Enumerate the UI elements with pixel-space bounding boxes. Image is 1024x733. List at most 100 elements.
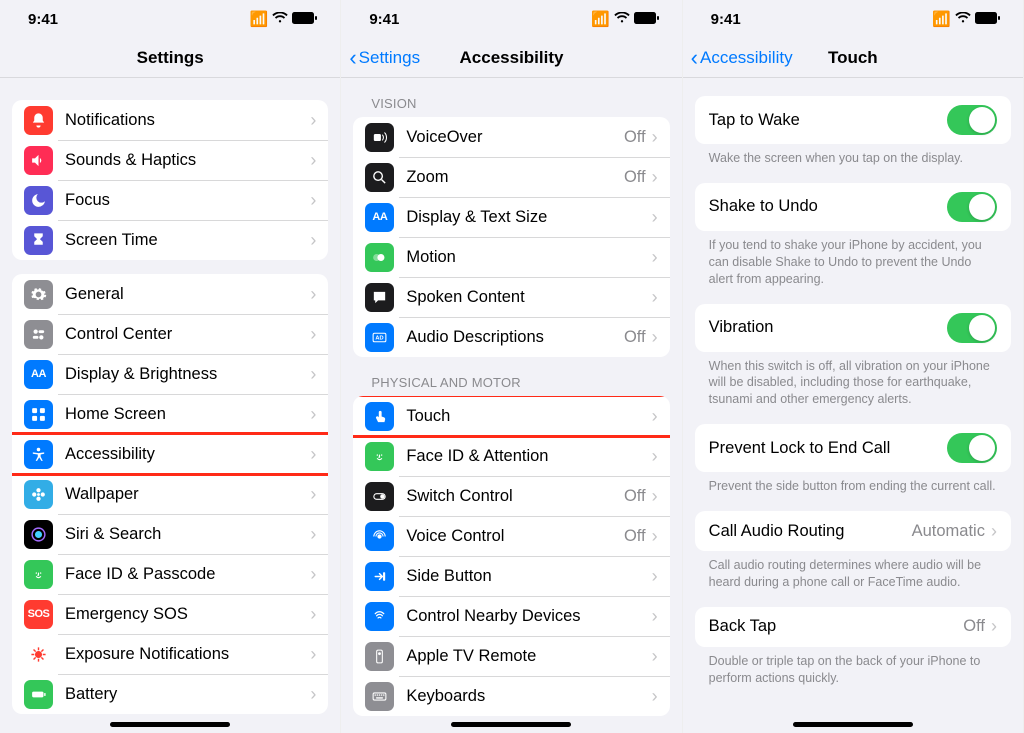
row-control-nearby-devices[interactable]: Control Nearby Devices›: [353, 596, 669, 636]
row-screen-time[interactable]: Screen Time›: [12, 220, 328, 260]
row-control-center[interactable]: Control Center›: [12, 314, 328, 354]
row-value: Off: [963, 617, 985, 636]
toggle-shake-to-undo[interactable]: [947, 192, 997, 222]
footer-text: Wake the screen when you tap on the disp…: [683, 144, 1023, 169]
vision-group: VoiceOverOff›ZoomOff›AADisplay & Text Si…: [353, 117, 669, 357]
row-zoom[interactable]: ZoomOff›: [353, 157, 669, 197]
row-call-audio-routing[interactable]: Call Audio RoutingAutomatic›: [695, 511, 1011, 551]
row-switch-control[interactable]: Switch ControlOff›: [353, 476, 669, 516]
row-audio-descriptions[interactable]: ADAudio DescriptionsOff›: [353, 317, 669, 357]
status-bar: 9:41 📶: [0, 0, 340, 38]
row-exposure-notifications[interactable]: Exposure Notifications›: [12, 634, 328, 674]
row-motion[interactable]: Motion›: [353, 237, 669, 277]
row-keyboards[interactable]: Keyboards›: [353, 676, 669, 716]
touch-icon: [365, 402, 394, 431]
nav-bar: ‹ Settings Accessibility: [341, 38, 681, 78]
chevron-right-icon: ›: [310, 324, 316, 345]
row-label: Apple TV Remote: [406, 647, 651, 666]
row-notifications[interactable]: Notifications›: [12, 100, 328, 140]
row-label: Display & Brightness: [65, 365, 310, 384]
chevron-right-icon: ›: [652, 247, 658, 268]
back-button[interactable]: ‹ Accessibility: [691, 47, 793, 69]
back-label: Accessibility: [700, 48, 793, 68]
row-label: Switch Control: [406, 487, 624, 506]
group-vibration: Vibration: [695, 304, 1011, 352]
page-title: Settings: [137, 48, 204, 68]
battery-icon: [292, 11, 318, 28]
row-home-screen[interactable]: Home Screen›: [12, 394, 328, 434]
chevron-right-icon: ›: [310, 644, 316, 665]
home-indicator[interactable]: [451, 722, 571, 727]
row-label: Face ID & Passcode: [65, 565, 310, 584]
chevron-right-icon: ›: [652, 127, 658, 148]
chevron-right-icon: ›: [652, 686, 658, 707]
toggle-vibration[interactable]: [947, 313, 997, 343]
row-spoken-content[interactable]: Spoken Content›: [353, 277, 669, 317]
row-wallpaper[interactable]: Wallpaper›: [12, 474, 328, 514]
row-side-button[interactable]: Side Button›: [353, 556, 669, 596]
row-back-tap[interactable]: Back TapOff ›: [695, 607, 1011, 647]
settings-group-2: General›Control Center›AADisplay & Brigh…: [12, 274, 328, 714]
row-prevent-lock-to-end-call[interactable]: Prevent Lock to End Call: [695, 424, 1011, 472]
row-battery[interactable]: Battery›: [12, 674, 328, 714]
chevron-right-icon: ›: [310, 110, 316, 131]
row-value: Off: [624, 487, 646, 506]
row-tap-to-wake[interactable]: Tap to Wake: [695, 96, 1011, 144]
row-label: Notifications: [65, 111, 310, 130]
nearby-icon: [365, 602, 394, 631]
faceid-icon: [365, 442, 394, 471]
settings-group-1: Notifications›Sounds & Haptics›Focus›Scr…: [12, 100, 328, 260]
switch-icon: [365, 482, 394, 511]
row-focus[interactable]: Focus›: [12, 180, 328, 220]
chevron-right-icon: ›: [310, 150, 316, 171]
row-shake-to-undo[interactable]: Shake to Undo: [695, 183, 1011, 231]
row-face-id-passcode[interactable]: Face ID & Passcode›: [12, 554, 328, 594]
row-general[interactable]: General›: [12, 274, 328, 314]
row-voiceover[interactable]: VoiceOverOff›: [353, 117, 669, 157]
home-indicator[interactable]: [110, 722, 230, 727]
chevron-right-icon: ›: [652, 566, 658, 587]
row-vibration[interactable]: Vibration: [695, 304, 1011, 352]
signal-icon: 📶: [591, 10, 610, 28]
flower-icon: [24, 480, 53, 509]
row-label: Wallpaper: [65, 485, 310, 504]
row-label: Emergency SOS: [65, 605, 310, 624]
group-tap-to-wake: Tap to Wake: [695, 96, 1011, 144]
row-label: Side Button: [406, 567, 651, 586]
chevron-right-icon: ›: [652, 287, 658, 308]
chevron-right-icon: ›: [652, 606, 658, 627]
status-indicators: 📶: [591, 10, 660, 28]
bubble-icon: [365, 283, 394, 312]
chevron-right-icon: ›: [652, 167, 658, 188]
home-indicator[interactable]: [793, 722, 913, 727]
row-face-id-attention[interactable]: Face ID & Attention›: [353, 436, 669, 476]
row-display-brightness[interactable]: AADisplay & Brightness›: [12, 354, 328, 394]
row-label: Motion: [406, 248, 651, 267]
row-label: Back Tap: [709, 617, 964, 636]
row-voice-control[interactable]: Voice ControlOff›: [353, 516, 669, 556]
ad-icon: AD: [365, 323, 394, 352]
battery-icon: [975, 11, 1001, 28]
row-display-text-size[interactable]: AADisplay & Text Size›: [353, 197, 669, 237]
row-apple-tv-remote[interactable]: Apple TV Remote›: [353, 636, 669, 676]
row-emergency-sos[interactable]: SOSEmergency SOS›: [12, 594, 328, 634]
wifi-icon: [955, 11, 971, 28]
chevron-right-icon: ›: [991, 616, 997, 637]
row-siri-search[interactable]: Siri & Search›: [12, 514, 328, 554]
back-button[interactable]: ‹ Settings: [349, 47, 420, 69]
row-sounds-haptics[interactable]: Sounds & Haptics›: [12, 140, 328, 180]
chevron-right-icon: ›: [310, 444, 316, 465]
chevron-right-icon: ›: [652, 446, 658, 467]
toggle-prevent-lock-to-end-call[interactable]: [947, 433, 997, 463]
row-label: Battery: [65, 685, 310, 704]
section-header-physical: PHYSICAL AND MOTOR: [341, 357, 681, 396]
row-label: Voice Control: [406, 527, 624, 546]
toggle-tap-to-wake[interactable]: [947, 105, 997, 135]
row-touch[interactable]: Touch›: [353, 396, 669, 436]
row-accessibility[interactable]: Accessibility›: [12, 434, 328, 474]
status-time: 9:41: [369, 11, 399, 28]
chevron-left-icon: ‹: [349, 47, 356, 69]
wifi-icon: [272, 11, 288, 28]
hourglass-icon: [24, 226, 53, 255]
chevron-right-icon: ›: [310, 230, 316, 251]
